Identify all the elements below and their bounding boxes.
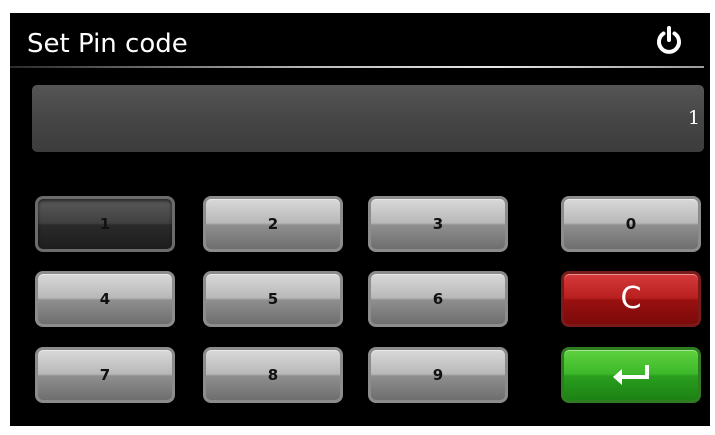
key-label: 0 [625, 215, 637, 233]
key-0[interactable]: 0 [561, 196, 701, 252]
enter-button[interactable] [561, 347, 701, 403]
clear-button[interactable]: C [561, 271, 701, 327]
enter-return-icon [613, 365, 649, 385]
pin-display-value: 1 [687, 107, 700, 129]
key-label: 3 [432, 215, 444, 233]
key-label: 9 [432, 366, 444, 384]
pin-code-screen: Set Pin code 1 1 2 3 0 4 5 6 C 7 8 9 [10, 13, 710, 426]
key-3[interactable]: 3 [368, 196, 508, 252]
key-label: 4 [99, 290, 111, 308]
power-icon [657, 26, 681, 54]
key-label: 8 [267, 366, 279, 384]
key-label: 6 [432, 290, 444, 308]
key-8[interactable]: 8 [203, 347, 343, 403]
pin-display-field: 1 [32, 85, 704, 152]
key-6[interactable]: 6 [368, 271, 508, 327]
key-1[interactable]: 1 [35, 196, 175, 252]
key-2[interactable]: 2 [203, 196, 343, 252]
clear-label: C [620, 281, 642, 316]
header-divider [10, 66, 704, 68]
key-label: 1 [99, 215, 111, 233]
key-9[interactable]: 9 [368, 347, 508, 403]
key-label: 5 [267, 290, 279, 308]
key-label: 7 [99, 366, 111, 384]
key-7[interactable]: 7 [35, 347, 175, 403]
page-title: Set Pin code [27, 29, 188, 59]
power-button[interactable] [653, 25, 685, 57]
key-4[interactable]: 4 [35, 271, 175, 327]
key-5[interactable]: 5 [203, 271, 343, 327]
key-label: 2 [267, 215, 279, 233]
